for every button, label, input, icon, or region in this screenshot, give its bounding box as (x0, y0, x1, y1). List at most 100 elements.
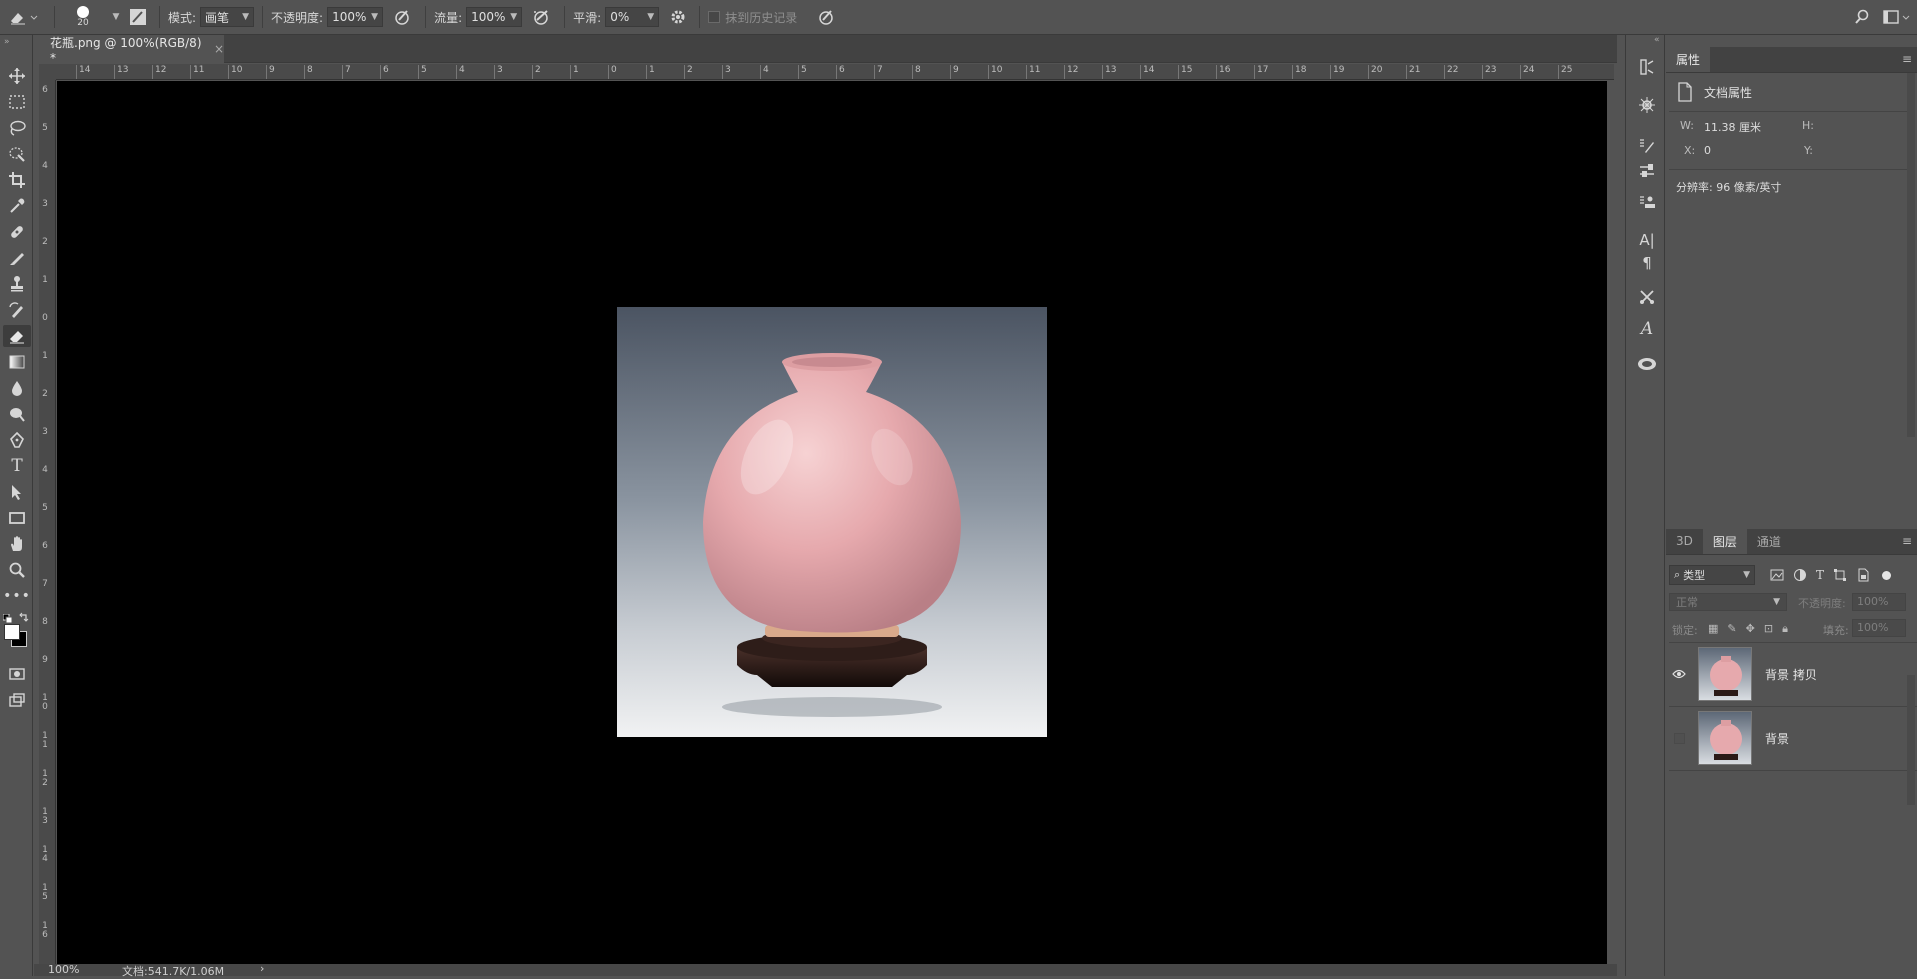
foreground-color-swatch[interactable] (4, 624, 20, 640)
eyedropper-tool-icon[interactable] (3, 195, 31, 217)
status-menu-arrow[interactable]: › (260, 962, 264, 975)
brush-panel-icon[interactable] (125, 0, 151, 35)
brush-settings-icon[interactable] (1633, 133, 1661, 159)
width-value[interactable]: 11.38 厘米 (1704, 119, 1761, 135)
collapse-toolbar-icon[interactable]: » (4, 37, 10, 47)
airbrush-icon[interactable] (526, 0, 556, 35)
smart-object-filter-icon[interactable] (1856, 568, 1870, 582)
swap-colors-icon[interactable] (19, 611, 29, 625)
pressure-opacity-icon[interactable] (387, 0, 417, 35)
opacity-field[interactable]: 100% ▼ (327, 7, 384, 27)
filter-toggle-icon[interactable] (1882, 570, 1892, 580)
chevron-down-icon[interactable]: ▼ (103, 0, 125, 35)
canvas-area[interactable] (57, 81, 1607, 964)
ruler-tick-label: 3 (42, 427, 48, 437)
libraries-panel-icon[interactable] (1633, 351, 1661, 377)
layer-row[interactable]: 背景 (1670, 707, 1902, 769)
brush-size-picker[interactable]: 20 (63, 0, 103, 35)
type-tool-icon[interactable]: T (3, 455, 31, 477)
path-selection-tool-icon[interactable] (3, 481, 31, 503)
lock-position-icon[interactable]: ✥ (1746, 622, 1755, 636)
vase-image[interactable] (617, 307, 1047, 737)
history-brush-tool-icon[interactable] (3, 299, 31, 321)
lock-label: 锁定: (1672, 624, 1698, 637)
close-icon[interactable]: × (214, 42, 224, 56)
marquee-tool-icon[interactable] (3, 91, 31, 113)
erase-to-history-label: 抹到历史记录 (725, 10, 798, 25)
ruler-tick-label: 1 (646, 65, 655, 79)
erase-to-history-option[interactable]: 抹到历史记录 (708, 0, 797, 35)
layer-name[interactable]: 背景 (1765, 730, 1789, 747)
clone-source-icon[interactable] (1633, 190, 1661, 216)
blur-tool-icon[interactable] (3, 377, 31, 399)
gradient-tool-icon[interactable] (3, 351, 31, 373)
zoom-level[interactable]: 100% (48, 963, 79, 976)
mode-select[interactable]: 画笔 ▼ (200, 7, 255, 27)
horizontal-ruler[interactable]: 14 13 12 11 10 9 8 7 6 5 4 3 2 1 0 1 2 3 4 5 6 7 8 9 10 11 12 13 14 1… (56, 64, 1614, 80)
smoothing-field[interactable]: 0% ▼ (605, 7, 660, 27)
ruler-origin[interactable] (39, 64, 56, 80)
document-tab[interactable]: 花瓶.png @ 100%(RGB/8) * × (34, 35, 224, 65)
lasso-tool-icon[interactable] (3, 117, 31, 139)
type-filter-icon[interactable]: T (1816, 568, 1824, 582)
options-bar: 20 ▼ 模式: 画笔 ▼ 不透明度: 100% ▼ 流量: 100% ▼ 平滑: 0… (0, 0, 1917, 35)
more-tools-icon[interactable]: ••• (3, 585, 31, 607)
panel-menu-icon[interactable]: ≡ (1897, 528, 1917, 554)
visibility-toggle[interactable] (1670, 729, 1688, 747)
dodge-tool-icon[interactable] (3, 403, 31, 425)
lock-transparency-icon[interactable]: ▦ (1708, 622, 1718, 636)
pressure-size-icon[interactable] (811, 0, 841, 35)
history-panel-icon[interactable] (1633, 54, 1661, 80)
tool-presets-icon[interactable] (1633, 284, 1661, 310)
scrollbar[interactable] (1907, 73, 1915, 437)
layer-opacity-field[interactable]: 100% (1852, 593, 1906, 611)
clone-stamp-tool-icon[interactable] (3, 273, 31, 295)
ruler-tick-label: 6 (42, 541, 48, 551)
search-icon[interactable] (1847, 0, 1877, 35)
screen-mode-icon[interactable] (3, 689, 31, 711)
x-value[interactable]: 0 (1704, 144, 1711, 157)
tab-3d[interactable]: 3D (1666, 528, 1703, 554)
crop-tool-icon[interactable] (3, 169, 31, 191)
workspace-switcher-icon[interactable] (1877, 0, 1917, 35)
tab-layers[interactable]: 图层 (1702, 528, 1747, 554)
adjustment-filter-icon[interactable] (1793, 568, 1807, 582)
shape-filter-icon[interactable] (1833, 568, 1847, 582)
panel-menu-icon[interactable]: ≡ (1897, 46, 1917, 72)
eye-icon[interactable] (1670, 665, 1688, 683)
erase-to-history-checkbox[interactable] (708, 11, 721, 23)
gear-icon[interactable] (665, 0, 691, 35)
vertical-ruler[interactable]: 6 5 4 3 2 1 0 1 2 3 4 5 6 7 8 9 10 11 12 13 14 15 16 (39, 80, 56, 965)
move-tool-icon[interactable] (3, 65, 31, 87)
image-filter-icon[interactable] (1770, 568, 1784, 582)
paragraph-panel-icon[interactable]: ¶ (1633, 250, 1661, 276)
scrollbar[interactable] (1907, 675, 1915, 805)
tab-properties[interactable]: 属性 (1666, 46, 1711, 72)
eraser-tool-preset-icon[interactable] (0, 0, 46, 35)
adjustments-panel-icon[interactable] (1633, 92, 1661, 118)
lock-pixels-icon[interactable]: ✎ (1727, 622, 1736, 636)
layer-name[interactable]: 背景 拷贝 (1765, 666, 1817, 683)
blend-mode-select[interactable]: 正常 ▼ (1669, 593, 1787, 611)
quick-mask-icon[interactable] (3, 663, 31, 685)
ruler-tick-label: 4 (42, 465, 48, 475)
layer-filter-select[interactable]: ⌕ 类型 ▼ (1669, 565, 1755, 585)
hand-tool-icon[interactable] (3, 533, 31, 555)
zoom-tool-icon[interactable] (3, 559, 31, 581)
expand-panels-icon[interactable]: « (1654, 35, 1660, 45)
ruler-tick-label: 5 (418, 65, 427, 79)
healing-brush-tool-icon[interactable] (3, 221, 31, 243)
flow-field[interactable]: 100% ▼ (466, 7, 523, 27)
brush-presets-icon[interactable] (1633, 158, 1661, 184)
lock-artboard-icon[interactable]: ⊡ (1764, 622, 1773, 636)
rectangle-tool-icon[interactable] (3, 507, 31, 529)
fill-field[interactable]: 100% (1852, 619, 1906, 637)
quick-selection-tool-icon[interactable] (3, 143, 31, 165)
pen-tool-icon[interactable] (3, 429, 31, 451)
tab-channels[interactable]: 通道 (1747, 528, 1791, 554)
layer-row[interactable]: 背景 拷贝 (1670, 643, 1902, 705)
lock-all-icon[interactable]: 🔒︎ (1782, 622, 1788, 636)
brush-tool-icon[interactable] (3, 247, 31, 269)
glyphs-panel-icon[interactable]: A (1633, 316, 1661, 342)
eraser-tool-icon[interactable] (3, 325, 31, 347)
